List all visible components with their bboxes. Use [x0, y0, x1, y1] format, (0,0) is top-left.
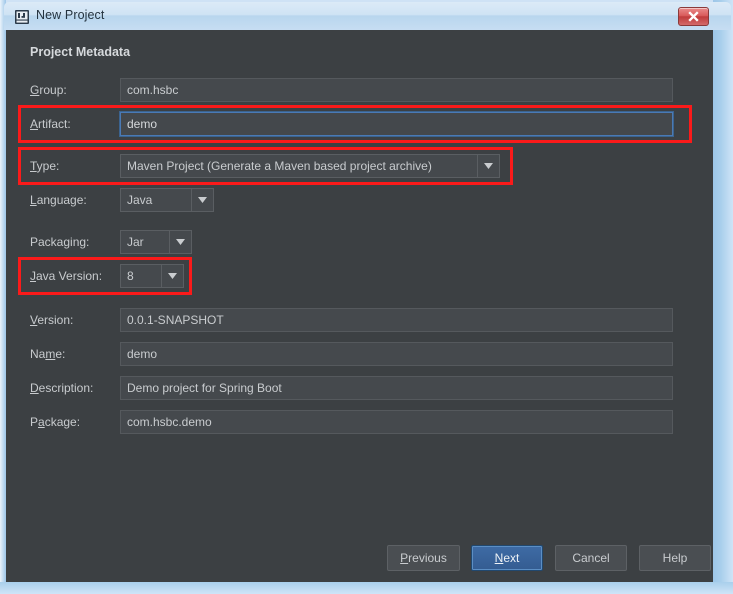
- artifact-label: Artifact:: [30, 117, 71, 131]
- project-name-input[interactable]: demo: [120, 342, 673, 366]
- window-frame-bottom-edge: [0, 582, 733, 594]
- language-label: Language:: [30, 193, 87, 207]
- close-icon: [688, 11, 699, 22]
- intellij-idea-icon: [14, 9, 30, 25]
- group-label: Group:: [30, 83, 67, 97]
- package-input[interactable]: com.hsbc.demo: [120, 410, 673, 434]
- description-label: Description:: [30, 381, 94, 395]
- group-input[interactable]: com.hsbc: [120, 78, 673, 102]
- java-version-label: Java Version:: [30, 269, 103, 283]
- chevron-down-icon[interactable]: [169, 231, 191, 253]
- dialog-footer: Previous Next Cancel Help: [6, 545, 713, 575]
- description-input[interactable]: Demo project for Spring Boot: [120, 376, 673, 400]
- chevron-down-icon[interactable]: [477, 155, 499, 177]
- package-label: Package:: [30, 415, 81, 429]
- type-combobox[interactable]: Maven Project (Generate a Maven based pr…: [120, 154, 500, 178]
- chevron-down-icon[interactable]: [191, 189, 213, 211]
- java-version-combobox-value: 8: [127, 269, 134, 283]
- version-input[interactable]: 0.0.1-SNAPSHOT: [120, 308, 673, 332]
- project-metadata-form: Group: com.hsbc Artifact: demo Type: Mav…: [6, 30, 713, 530]
- new-project-dialog: Project Metadata Group: com.hsbc Artifac…: [6, 30, 713, 582]
- chevron-down-icon[interactable]: [161, 265, 183, 287]
- packaging-combobox-value: Jar: [127, 235, 144, 249]
- title-bar[interactable]: New Project: [4, 2, 731, 30]
- help-button[interactable]: Help: [639, 545, 711, 571]
- packaging-label: Packaging:: [30, 235, 90, 249]
- type-label: Type:: [30, 159, 60, 173]
- window-frame: New Project Project Metadata Group: com.…: [0, 0, 733, 594]
- java-version-combobox[interactable]: 8: [120, 264, 184, 288]
- close-button[interactable]: [678, 7, 709, 26]
- next-button[interactable]: Next: [471, 545, 543, 571]
- language-combobox-value: Java: [127, 193, 153, 207]
- window-frame-right-edge: [713, 0, 733, 594]
- packaging-combobox[interactable]: Jar: [120, 230, 192, 254]
- previous-button[interactable]: Previous: [387, 545, 460, 571]
- window-title: New Project: [36, 8, 105, 22]
- language-combobox[interactable]: Java: [120, 188, 214, 212]
- project-name-label: Name:: [30, 347, 66, 361]
- version-label: Version:: [30, 313, 74, 327]
- artifact-input[interactable]: demo: [120, 112, 673, 136]
- type-combobox-value: Maven Project (Generate a Maven based pr…: [127, 159, 432, 173]
- cancel-button[interactable]: Cancel: [555, 545, 627, 571]
